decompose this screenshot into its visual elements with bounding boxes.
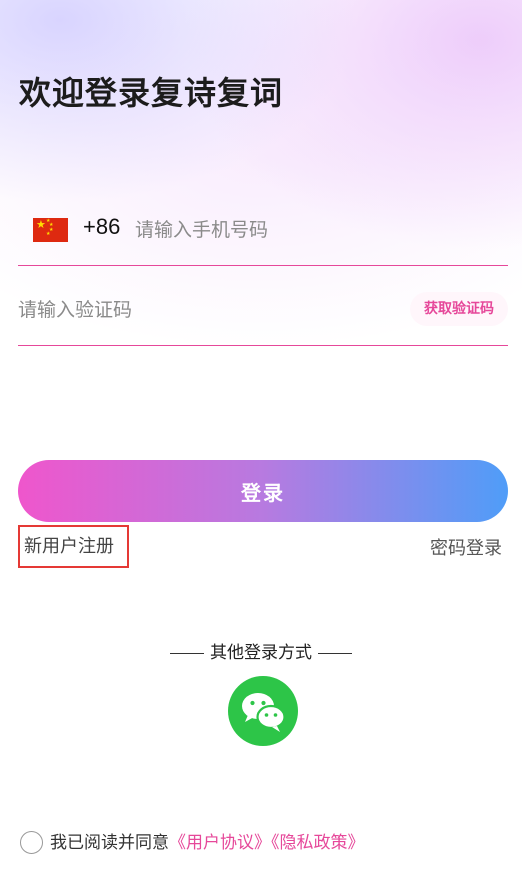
agreement-text: 我已阅读并同意《用户协议》《隐私政策》 bbox=[50, 830, 365, 856]
verification-code-input[interactable] bbox=[18, 294, 358, 326]
get-code-button[interactable]: 获取验证码 bbox=[410, 292, 508, 326]
password-login-link[interactable]: 密码登录 bbox=[430, 534, 502, 560]
other-login-label: 其他登录方式 bbox=[210, 643, 312, 663]
phone-input[interactable] bbox=[135, 214, 495, 246]
agreement-prefix: 我已阅读并同意 bbox=[50, 833, 169, 853]
other-login-divider: 其他登录方式 bbox=[0, 638, 522, 663]
divider-line-right bbox=[318, 652, 352, 654]
page-title: 欢迎登录复诗复词 bbox=[19, 74, 284, 112]
code-row: 获取验证码 bbox=[18, 280, 508, 346]
login-button[interactable]: 登录 bbox=[18, 460, 508, 522]
agree-radio[interactable] bbox=[20, 831, 43, 854]
wechat-icon bbox=[242, 693, 286, 732]
china-flag-icon: ★ ★ ★ ★ ★ bbox=[33, 218, 68, 242]
privacy-policy-link[interactable]: 《隐私政策》 bbox=[271, 833, 365, 853]
wechat-login-button[interactable] bbox=[228, 676, 298, 746]
phone-row: ★ ★ ★ ★ ★ +86 bbox=[18, 200, 508, 266]
user-agreement-link[interactable]: 《用户协议》 bbox=[169, 833, 271, 853]
page-background bbox=[0, 0, 522, 891]
country-code[interactable]: +86 bbox=[83, 214, 120, 240]
divider-line-left bbox=[170, 652, 204, 654]
register-link[interactable]: 新用户注册 bbox=[18, 525, 129, 568]
